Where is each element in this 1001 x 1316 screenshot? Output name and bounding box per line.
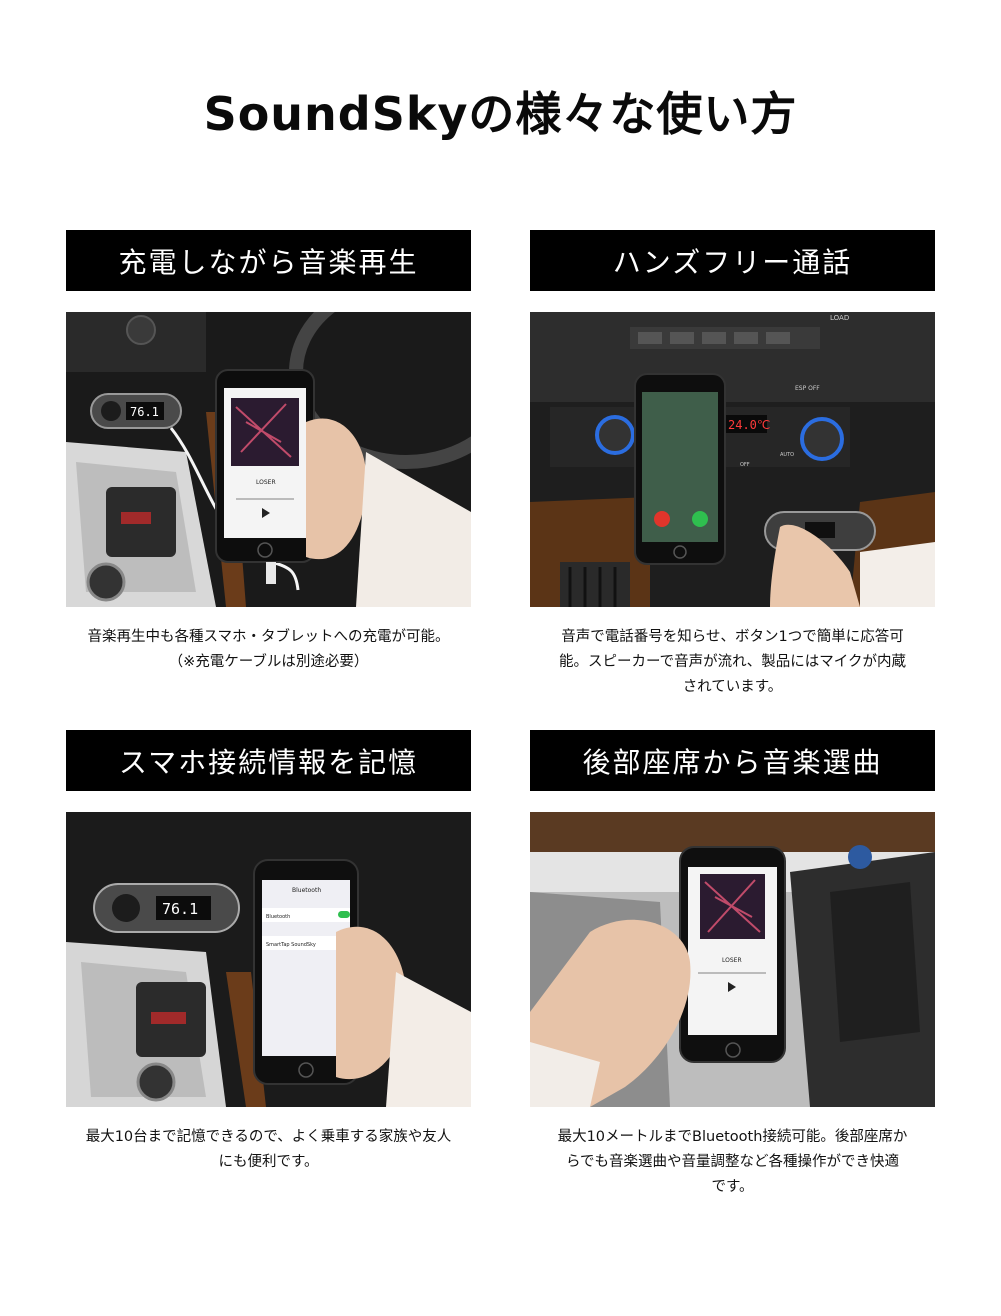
- page-title: SoundSkyの様々な使い方: [203, 87, 798, 141]
- song-title: LOSER: [722, 957, 742, 964]
- photo-handsfree-call: LOAD ESP OFF 24.0℃ AUTO OFF: [530, 312, 935, 607]
- photo-rear-seat-music: LOSER: [530, 812, 935, 1107]
- device-display: 76.1: [162, 900, 198, 918]
- song-title: LOSER: [256, 479, 276, 486]
- phone-screen-title: Bluetooth: [292, 887, 321, 894]
- photo-charging-music: 76.1 LOSER: [66, 312, 471, 607]
- feature-description: 最大10台まで記憶できるので、よく乗車する家族や友人 にも便利です。: [66, 1125, 471, 1175]
- feature-heading: 充電しながら音楽再生: [66, 230, 471, 291]
- climate-display: 24.0℃: [728, 418, 770, 432]
- feature-heading: ハンズフリー通話: [530, 230, 935, 291]
- feature-card-memory: スマホ接続情報を記憶 76.1 Bluetooth Bluetooth Smar…: [66, 730, 471, 1175]
- description-line: らでも音楽選曲や音量調整など各種操作ができ快適: [565, 1154, 900, 1170]
- description-line: されています。: [682, 679, 783, 695]
- description-line: 能。スピーカーで音声が流れ、製品にはマイクが内蔵: [559, 654, 906, 670]
- photo-connection-memory: 76.1 Bluetooth Bluetooth SmartTap SoundS…: [66, 812, 471, 1107]
- feature-card-handsfree: ハンズフリー通話 LOAD ESP OFF 24.0℃ AUTO OFF 音声で…: [530, 230, 935, 700]
- panel-label-esp: ESP OFF: [795, 385, 820, 392]
- panel-label-load: LOAD: [830, 314, 849, 322]
- device-display: 76.1: [130, 405, 159, 419]
- description-line: 音声で電話番号を知らせ、ボタン1つで簡単に応答可: [561, 629, 904, 645]
- phone-row-device: SmartTap SoundSky: [266, 942, 316, 948]
- description-line: 最大10台まで記憶できるので、よく乗車する家族や友人: [85, 1129, 452, 1145]
- description-line: にも便利です。: [218, 1154, 319, 1170]
- description-line: 音楽再生中も各種スマホ・タブレットへの充電が可能。: [87, 629, 450, 645]
- feature-card-charging: 充電しながら音楽再生 76.1 LOSER 音楽再生中も各種スマホ・タブレットへ…: [66, 230, 471, 675]
- feature-description: 最大10メートルまでBluetooth接続可能。後部座席か らでも音楽選曲や音量…: [530, 1125, 935, 1200]
- feature-card-rear-seat: 後部座席から音楽選曲 LOSER 最大10メートルまでBluetooth接続可能…: [530, 730, 935, 1200]
- panel-label-auto: AUTO: [780, 452, 794, 458]
- feature-heading: スマホ接続情報を記憶: [66, 730, 471, 791]
- feature-description: 音楽再生中も各種スマホ・タブレットへの充電が可能。 （※充電ケーブルは別途必要）: [66, 625, 471, 675]
- phone-row-bluetooth: Bluetooth: [266, 914, 290, 920]
- description-line: 最大10メートルまでBluetooth接続可能。後部座席か: [557, 1129, 908, 1145]
- feature-description: 音声で電話番号を知らせ、ボタン1つで簡単に応答可 能。スピーカーで音声が流れ、製…: [530, 625, 935, 700]
- panel-label-off: OFF: [740, 462, 750, 468]
- description-line: です。: [711, 1179, 754, 1195]
- feature-heading: 後部座席から音楽選曲: [530, 730, 935, 791]
- description-line: （※充電ケーブルは別途必要）: [168, 654, 369, 670]
